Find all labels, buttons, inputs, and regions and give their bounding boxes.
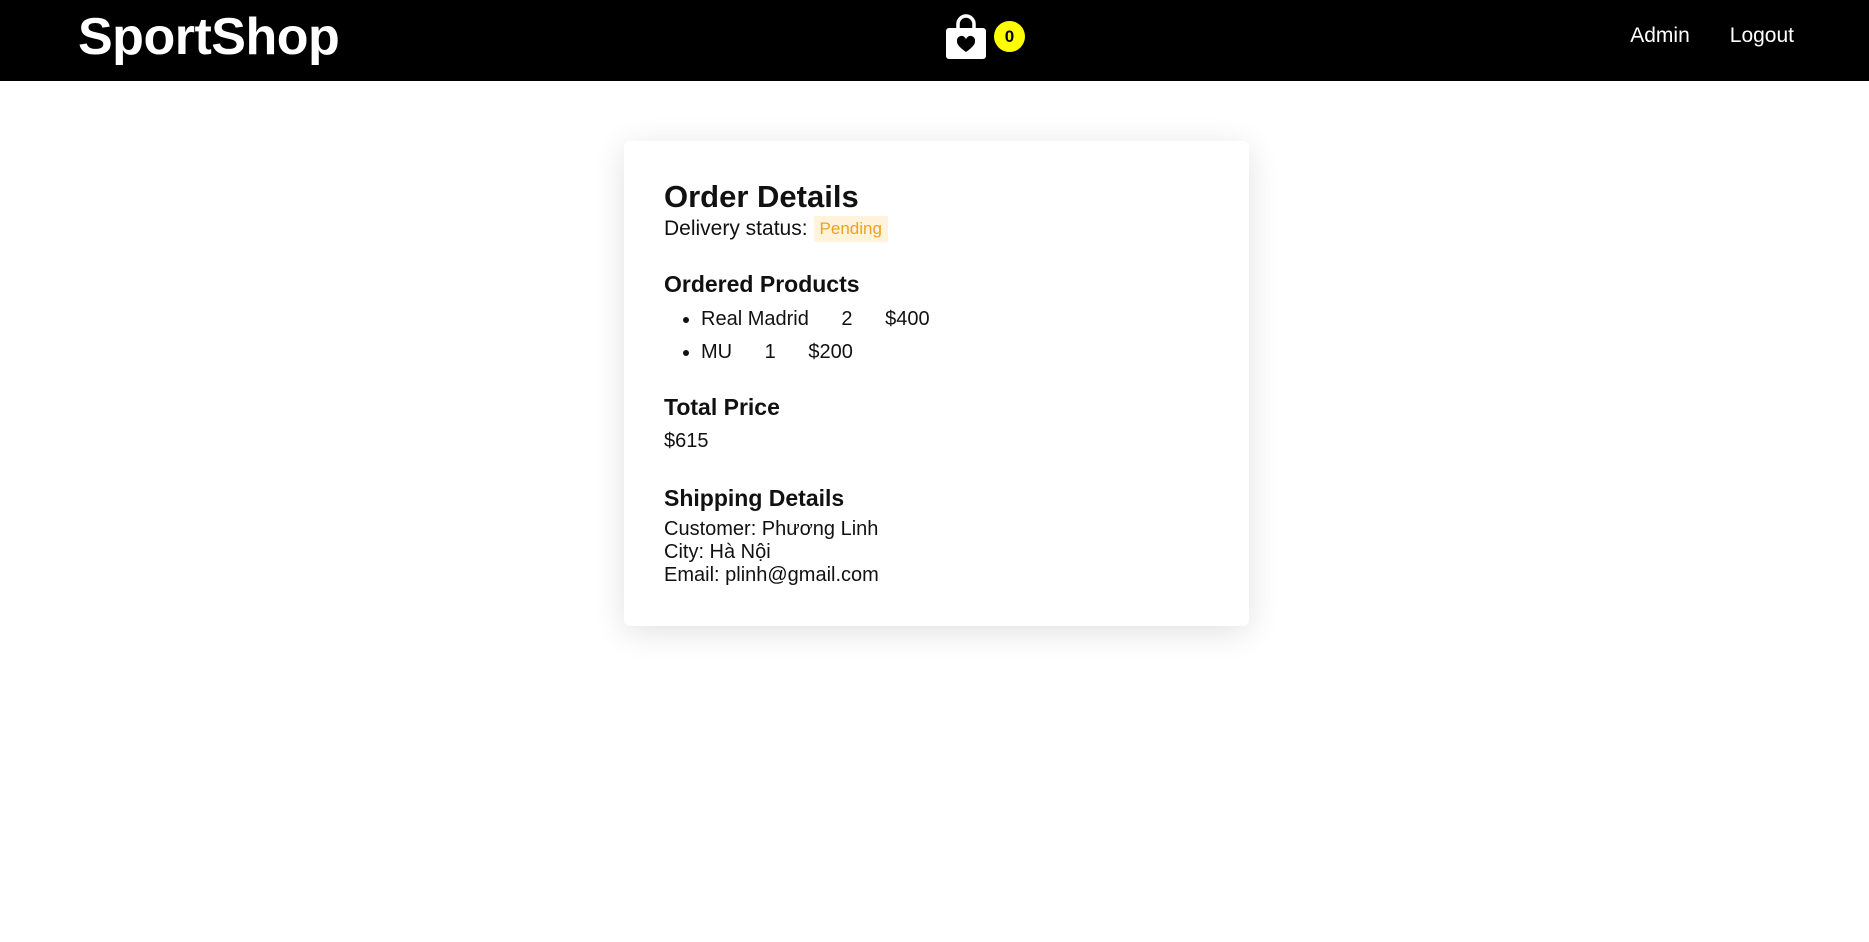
list-item: Real Madrid 2 $400 [701, 303, 1209, 336]
nav-link-logout[interactable]: Logout [1730, 22, 1794, 50]
shipping-details: Customer: Phương Linh City: Hà Nội Email… [664, 518, 1209, 587]
shopping-bag-icon [946, 14, 986, 59]
product-quantity: 2 [841, 308, 853, 330]
navbar: SportShop 0 Admin Logout [0, 0, 1869, 81]
delivery-status: Delivery status: Pending [664, 215, 1209, 243]
shipping-customer: Customer: Phương Linh [664, 518, 879, 540]
nav-links: Admin Logout [1630, 22, 1794, 50]
total-price-heading: Total Price [664, 394, 780, 420]
shipping-city: City: Hà Nội [664, 541, 771, 563]
total-price-value: $615 [664, 430, 709, 452]
delivery-status-label: Delivery status: [664, 217, 808, 240]
list-item: MU 1 $200 [701, 336, 1209, 369]
product-price: $400 [885, 308, 930, 330]
page-title: Order Details [664, 179, 859, 214]
shipping-details-heading: Shipping Details [664, 485, 845, 511]
product-name: MU [701, 341, 733, 363]
brand-logo[interactable]: SportShop [78, 6, 340, 68]
product-name: Real Madrid [701, 308, 809, 330]
nav-link-admin[interactable]: Admin [1630, 22, 1690, 50]
cart-button[interactable]: 0 [945, 14, 1031, 64]
product-price: $200 [808, 341, 853, 363]
order-details-card: Order Details Delivery status: Pending O… [624, 141, 1249, 626]
shipping-email: Email: plinh@gmail.com [664, 564, 879, 586]
product-quantity: 1 [764, 341, 776, 363]
ordered-products-heading: Ordered Products [664, 271, 860, 297]
status-badge: Pending [813, 216, 888, 242]
cart-count-badge: 0 [994, 21, 1025, 52]
ordered-products-list: Real Madrid 2 $400 MU 1 $200 [664, 303, 1209, 369]
